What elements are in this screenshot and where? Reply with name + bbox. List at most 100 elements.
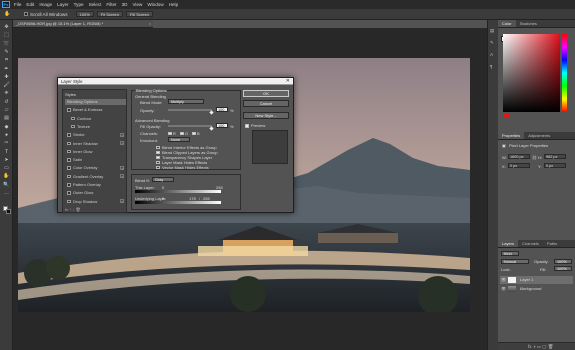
height-field[interactable]: 982 px: [544, 154, 566, 159]
menu-item-filter[interactable]: Filter: [106, 2, 116, 7]
menu-item-image[interactable]: Image: [39, 2, 52, 7]
visibility-eye-icon[interactable]: 👁: [501, 276, 506, 284]
style-item-color-overlay[interactable]: Color Overlay +: [65, 165, 126, 171]
this-layer-gradient[interactable]: [135, 190, 221, 193]
type-tool-icon[interactable]: T: [3, 149, 10, 155]
style-checkbox[interactable]: [67, 108, 71, 112]
menu-item-window[interactable]: Window: [147, 2, 163, 7]
blend-mode-select[interactable]: Multiply: [168, 99, 204, 104]
style-item-pattern-overlay[interactable]: Pattern Overlay: [65, 182, 126, 188]
opacity-slider-knob[interactable]: [209, 110, 214, 115]
style-checkbox[interactable]: [67, 191, 71, 195]
fill-opacity-knob[interactable]: [209, 126, 214, 131]
blend-option-checkbox[interactable]: [156, 155, 160, 159]
menu-item-file[interactable]: File: [14, 2, 21, 7]
opacity-slider[interactable]: [168, 109, 212, 111]
menu-item-3d[interactable]: 3D: [122, 2, 128, 7]
knockout-select[interactable]: None: [168, 137, 190, 142]
fit-screen-button[interactable]: Fit Screen: [96, 11, 123, 17]
paragraph-icon[interactable]: ¶: [490, 64, 492, 69]
path-select-icon[interactable]: ➤: [3, 157, 10, 163]
tab-layers[interactable]: Layers: [498, 240, 519, 247]
layer-row[interactable]: 👁 Background: [500, 285, 573, 293]
y-field[interactable]: 0 px: [544, 163, 566, 168]
style-item-stroke[interactable]: Stroke +: [65, 132, 126, 138]
new-style-button[interactable]: New Style...: [243, 112, 289, 119]
style-checkbox[interactable]: [67, 158, 71, 162]
style-checkbox[interactable]: [67, 183, 71, 187]
history-brush-icon[interactable]: ↺: [3, 99, 10, 105]
style-item-satin[interactable]: Satin: [65, 157, 126, 163]
channel-b-checkbox[interactable]: [192, 131, 196, 135]
style-item-outer-glow[interactable]: Outer Glow: [65, 190, 126, 196]
add-style-icon[interactable]: +: [120, 165, 124, 170]
tab-adjustments[interactable]: Adjustments: [524, 132, 554, 139]
opacity-field[interactable]: 100: [216, 107, 228, 112]
style-checkbox[interactable]: [67, 141, 71, 145]
hand-tool-icon[interactable]: ✋: [4, 11, 10, 17]
menu-item-select[interactable]: Select: [89, 2, 102, 7]
underlying-gradient[interactable]: [135, 201, 221, 204]
style-item-blending-options[interactable]: Blending Options: [65, 99, 126, 105]
menu-item-view[interactable]: View: [132, 2, 142, 7]
layer-blend-mode[interactable]: Normal: [501, 259, 529, 264]
dodge-tool-icon[interactable]: ●: [3, 132, 10, 138]
menu-item-type[interactable]: Type: [74, 2, 84, 7]
style-item-inner-glow[interactable]: Inner Glow: [65, 149, 126, 155]
x-field[interactable]: 0 px: [508, 163, 530, 168]
blend-option-checkbox[interactable]: [156, 160, 160, 164]
style-item-gradient-overlay[interactable]: Gradient Overlay +: [65, 174, 126, 180]
shape-tool-icon[interactable]: ▭: [3, 165, 10, 171]
quick-select-tool-icon[interactable]: ✎: [3, 49, 10, 55]
ok-button[interactable]: OK: [243, 90, 289, 97]
brush-settings-icon[interactable]: ✎: [490, 40, 494, 46]
character-icon[interactable]: A: [490, 52, 493, 57]
style-checkbox[interactable]: [67, 174, 71, 179]
color-field[interactable]: [503, 34, 560, 112]
clone-stamp-icon[interactable]: ⎈: [3, 90, 10, 96]
channel-g-checkbox[interactable]: [180, 131, 184, 135]
crop-tool-icon[interactable]: ⌗: [3, 57, 10, 63]
channel-r-checkbox[interactable]: [168, 131, 172, 135]
dialog-close-icon[interactable]: ✕: [286, 78, 290, 85]
layers-fill-field[interactable]: 100%: [554, 266, 572, 271]
pen-tool-icon[interactable]: ✑: [3, 140, 10, 146]
layer-filter-kind[interactable]: Kind: [501, 251, 519, 256]
brush-tool-icon[interactable]: 🖌: [3, 82, 10, 88]
gradient-tool-icon[interactable]: ▤: [3, 115, 10, 121]
marquee-tool-icon[interactable]: ⬚: [3, 32, 10, 38]
style-checkbox[interactable]: [67, 166, 71, 170]
style-checkbox[interactable]: [67, 199, 71, 204]
width-field[interactable]: 1600 px: [508, 154, 530, 159]
blur-tool-icon[interactable]: ◆: [3, 124, 10, 130]
tab-paths[interactable]: Paths: [543, 240, 561, 247]
healing-brush-icon[interactable]: ✚: [3, 74, 10, 80]
blend-option-checkbox[interactable]: [156, 145, 160, 149]
eraser-tool-icon[interactable]: ▱: [3, 107, 10, 113]
blend-if-select[interactable]: Gray: [152, 177, 174, 182]
menu-item-help[interactable]: Help: [169, 2, 178, 7]
layers-opacity-field[interactable]: 100%: [554, 259, 572, 264]
style-checkbox[interactable]: [71, 116, 75, 121]
zoom-100-button[interactable]: 100%: [75, 11, 94, 17]
tab-color[interactable]: Color: [498, 20, 516, 27]
close-tab-icon[interactable]: ×: [149, 20, 151, 28]
styles-footer-icons[interactable]: fx ↑ ↓ 🗑: [65, 207, 81, 212]
zoom-tool-icon[interactable]: 🔍: [3, 182, 10, 188]
layer-row[interactable]: 👁 Layer 1: [500, 276, 573, 284]
more-tools-icon[interactable]: …: [3, 190, 10, 196]
lasso-tool-icon[interactable]: ➰: [3, 41, 10, 47]
link-icon[interactable]: ⛓: [532, 155, 537, 160]
style-checkbox[interactable]: [67, 133, 71, 137]
hand-tool-icon[interactable]: ✋: [3, 173, 10, 179]
style-item-texture[interactable]: Texture: [65, 124, 126, 130]
preview-checkbox[interactable]: [245, 124, 249, 128]
history-icon[interactable]: ▤: [490, 28, 494, 34]
layers-footer-icons[interactable]: fx ◑ ▭ ▢ 🗑: [528, 344, 553, 350]
dialog-title-bar[interactable]: Layer Style ✕: [58, 78, 293, 85]
document-tab[interactable]: _DSF8698-HDR.jpg @ 15.1% (Layer 1, RGB/8…: [13, 20, 153, 28]
menu-item-layer[interactable]: Layer: [57, 2, 69, 7]
add-style-icon[interactable]: +: [120, 141, 124, 146]
background-color-swatch[interactable]: [6, 209, 11, 214]
visibility-eye-icon[interactable]: 👁: [501, 285, 506, 293]
